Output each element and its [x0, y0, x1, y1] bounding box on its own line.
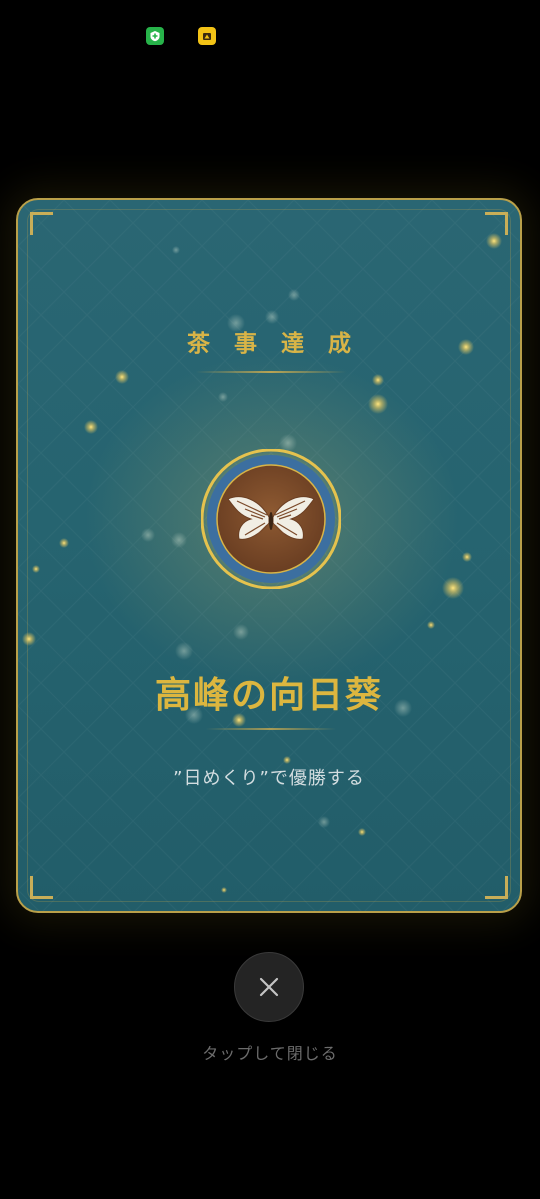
- butterfly-emblem-icon: [201, 449, 341, 589]
- screen: 茶事達成 高峰の向日葵 ”日めくり”で優勝する タップして閉じる: [0, 0, 540, 1199]
- achievement-description: ”日めくり”で優勝する: [173, 768, 365, 789]
- close-icon: [259, 977, 279, 997]
- header-divider: [196, 371, 346, 373]
- yellow-app-icon: [198, 27, 216, 45]
- shield-app-icon: [146, 27, 164, 45]
- achievement-card: 茶事達成 高峰の向日葵 ”日めくり”で優勝する: [16, 198, 522, 913]
- close-button[interactable]: [234, 952, 304, 1022]
- name-divider: [206, 728, 336, 730]
- achievement-header-title: 茶事達成: [187, 331, 375, 357]
- achievement-name: 高峰の向日葵: [154, 675, 383, 716]
- close-hint-text: タップして閉じる: [202, 1044, 338, 1063]
